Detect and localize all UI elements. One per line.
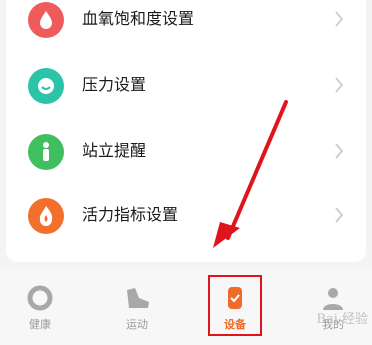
settings-list: 血氧饱和度设置 压力设置 站立提醒 活力指标设置 xyxy=(6,0,366,262)
stress-icon xyxy=(28,68,64,104)
blood-oxygen-icon xyxy=(28,2,64,38)
setting-label: 压力设置 xyxy=(82,75,147,94)
setting-label: 活力指标设置 xyxy=(82,205,179,224)
chevron-right-icon xyxy=(335,11,344,27)
tab-sport[interactable]: 运动 xyxy=(102,268,172,338)
setting-label: 站立提醒 xyxy=(82,141,147,160)
setting-label: 血氧饱和度设置 xyxy=(82,9,195,28)
standing-icon xyxy=(28,134,64,170)
chevron-right-icon xyxy=(335,143,344,159)
setting-row-standing[interactable]: 站立提醒 xyxy=(6,122,366,186)
device-tab-highlight-box xyxy=(208,275,262,336)
chevron-right-icon xyxy=(335,77,344,93)
setting-row-stress[interactable]: 压力设置 xyxy=(6,56,366,120)
tab-label: 运动 xyxy=(126,318,148,331)
chevron-right-icon xyxy=(335,207,344,223)
tab-health[interactable]: 健康 xyxy=(5,268,75,338)
setting-row-blood-oxygen[interactable]: 血氧饱和度设置 xyxy=(6,0,366,54)
tab-label: 健康 xyxy=(29,318,51,331)
setting-row-vitality[interactable]: 活力指标设置 xyxy=(6,186,366,250)
bottom-nav: 健康 运动 设备 我的 xyxy=(0,268,372,345)
sport-icon xyxy=(127,288,149,308)
tab-profile[interactable]: 我的 xyxy=(298,268,368,338)
health-icon xyxy=(27,285,53,311)
vitality-icon xyxy=(28,198,64,234)
watermark: Bai 经验 xyxy=(316,312,368,327)
